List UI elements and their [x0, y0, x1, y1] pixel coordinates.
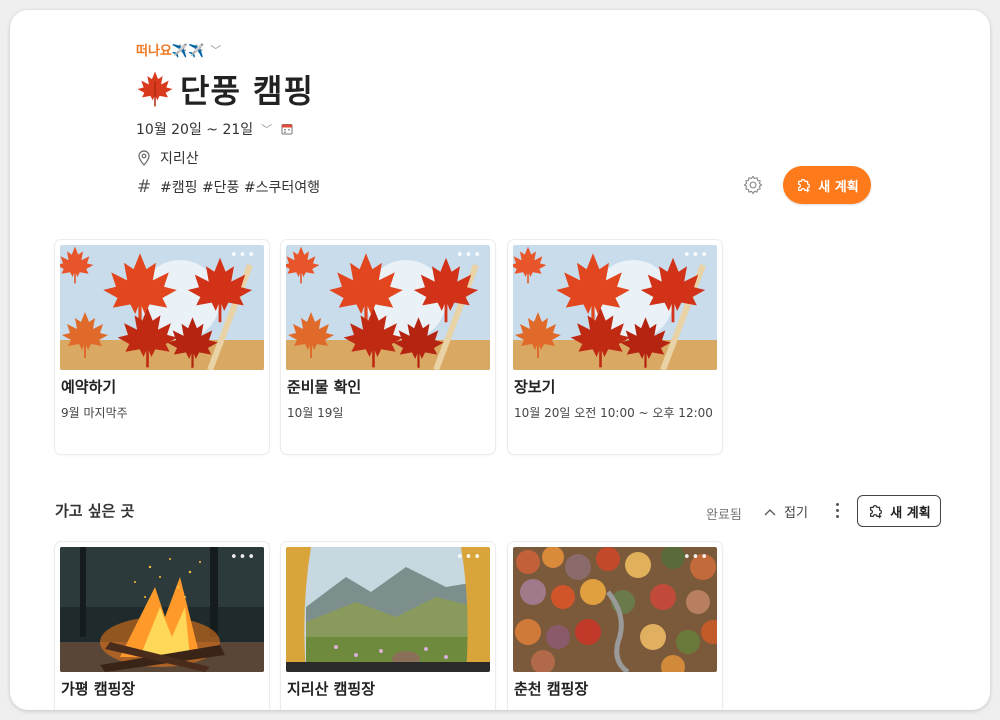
completed-filter-button[interactable]: 완료됨	[706, 504, 742, 523]
chevron-up-icon	[764, 508, 776, 515]
card-image-tent-mountain-view: •••	[286, 547, 490, 672]
plan-card[interactable]: ••• 예약하기 9월 마지막주	[55, 240, 269, 454]
puzzle-plus-icon	[867, 502, 885, 520]
breadcrumb-label: 떠나요✈️✈️	[136, 44, 205, 59]
chevron-down-icon[interactable]: ﹀	[210, 42, 221, 58]
card-title: 예약하기	[61, 378, 117, 396]
card-subtitle: 10월 19일	[287, 406, 344, 420]
app-window: 떠나요✈️✈️ ﹀ 단풍 캠핑 10월 20일 ~ 21일 ﹀ 지리산 # #캠…	[10, 10, 990, 710]
breadcrumb[interactable]: 떠나요✈️✈️ ﹀	[136, 40, 221, 60]
page-title[interactable]: 단풍 캠핑	[180, 66, 314, 112]
place-card[interactable]: ••• 지리산 캠핑장	[281, 542, 495, 710]
new-plan-label: 새 계획	[890, 505, 931, 521]
page-title-row: 단풍 캠핑	[136, 66, 314, 112]
card-subtitle: 9월 마지막주	[61, 406, 128, 420]
plan-card[interactable]: ••• 준비물 확인 10월 19일	[281, 240, 495, 454]
more-options-icon[interactable]: •••	[230, 551, 256, 564]
more-options-icon[interactable]: •••	[683, 551, 709, 564]
more-options-icon[interactable]: •••	[230, 249, 256, 262]
location-pin-icon	[136, 150, 152, 166]
card-title: 장보기	[514, 378, 556, 396]
date-range-row[interactable]: 10월 20일 ~ 21일 ﹀	[136, 119, 294, 139]
maple-leaf-icon	[136, 70, 174, 108]
vertical-dots-icon[interactable]	[832, 500, 842, 522]
new-plan-label: 새 계획	[818, 179, 859, 195]
collapse-label: 접기	[784, 506, 808, 521]
card-title: 준비물 확인	[287, 378, 362, 396]
collapse-button[interactable]: 접기	[764, 502, 808, 521]
new-plan-button-secondary[interactable]: 새 계획	[857, 495, 941, 527]
card-title: 가평 캠핑장	[61, 680, 136, 698]
calendar-icon[interactable]	[280, 122, 294, 136]
place-card[interactable]: ••• 가평 캠핑장	[55, 542, 269, 710]
more-options-icon[interactable]: •••	[683, 249, 709, 262]
more-options-icon[interactable]: •••	[456, 551, 482, 564]
location-text: 지리산	[160, 151, 199, 167]
card-title: 춘천 캠핑장	[514, 680, 589, 698]
card-image-maple-leaves: •••	[513, 245, 717, 370]
gear-icon[interactable]	[742, 174, 764, 196]
hashtag-icon: #	[136, 177, 152, 197]
more-options-icon[interactable]: •••	[456, 249, 482, 262]
card-subtitle: 10월 20일 오전 10:00 ~ 오후 12:00	[514, 406, 713, 420]
card-image-autumn-forest-road: •••	[513, 547, 717, 672]
location-row[interactable]: 지리산	[136, 148, 199, 168]
new-plan-button[interactable]: 새 계획	[783, 166, 871, 204]
chevron-down-icon[interactable]: ﹀	[261, 121, 272, 137]
puzzle-plus-icon	[795, 176, 813, 194]
card-image-campfire: •••	[60, 547, 264, 672]
card-image-maple-leaves: •••	[286, 245, 490, 370]
card-image-maple-leaves: •••	[60, 245, 264, 370]
date-range: 10월 20일 ~ 21일	[136, 122, 254, 138]
tags-row[interactable]: # #캠핑 #단풍 #스쿠터여행	[136, 177, 320, 197]
place-card[interactable]: ••• 춘천 캠핑장	[508, 542, 722, 710]
card-title: 지리산 캠핑장	[287, 680, 376, 698]
section-title: 가고 싶은 곳	[55, 502, 135, 520]
plan-card[interactable]: ••• 장보기 10월 20일 오전 10:00 ~ 오후 12:00	[508, 240, 722, 454]
tags-text: #캠핑 #단풍 #스쿠터여행	[160, 180, 321, 196]
